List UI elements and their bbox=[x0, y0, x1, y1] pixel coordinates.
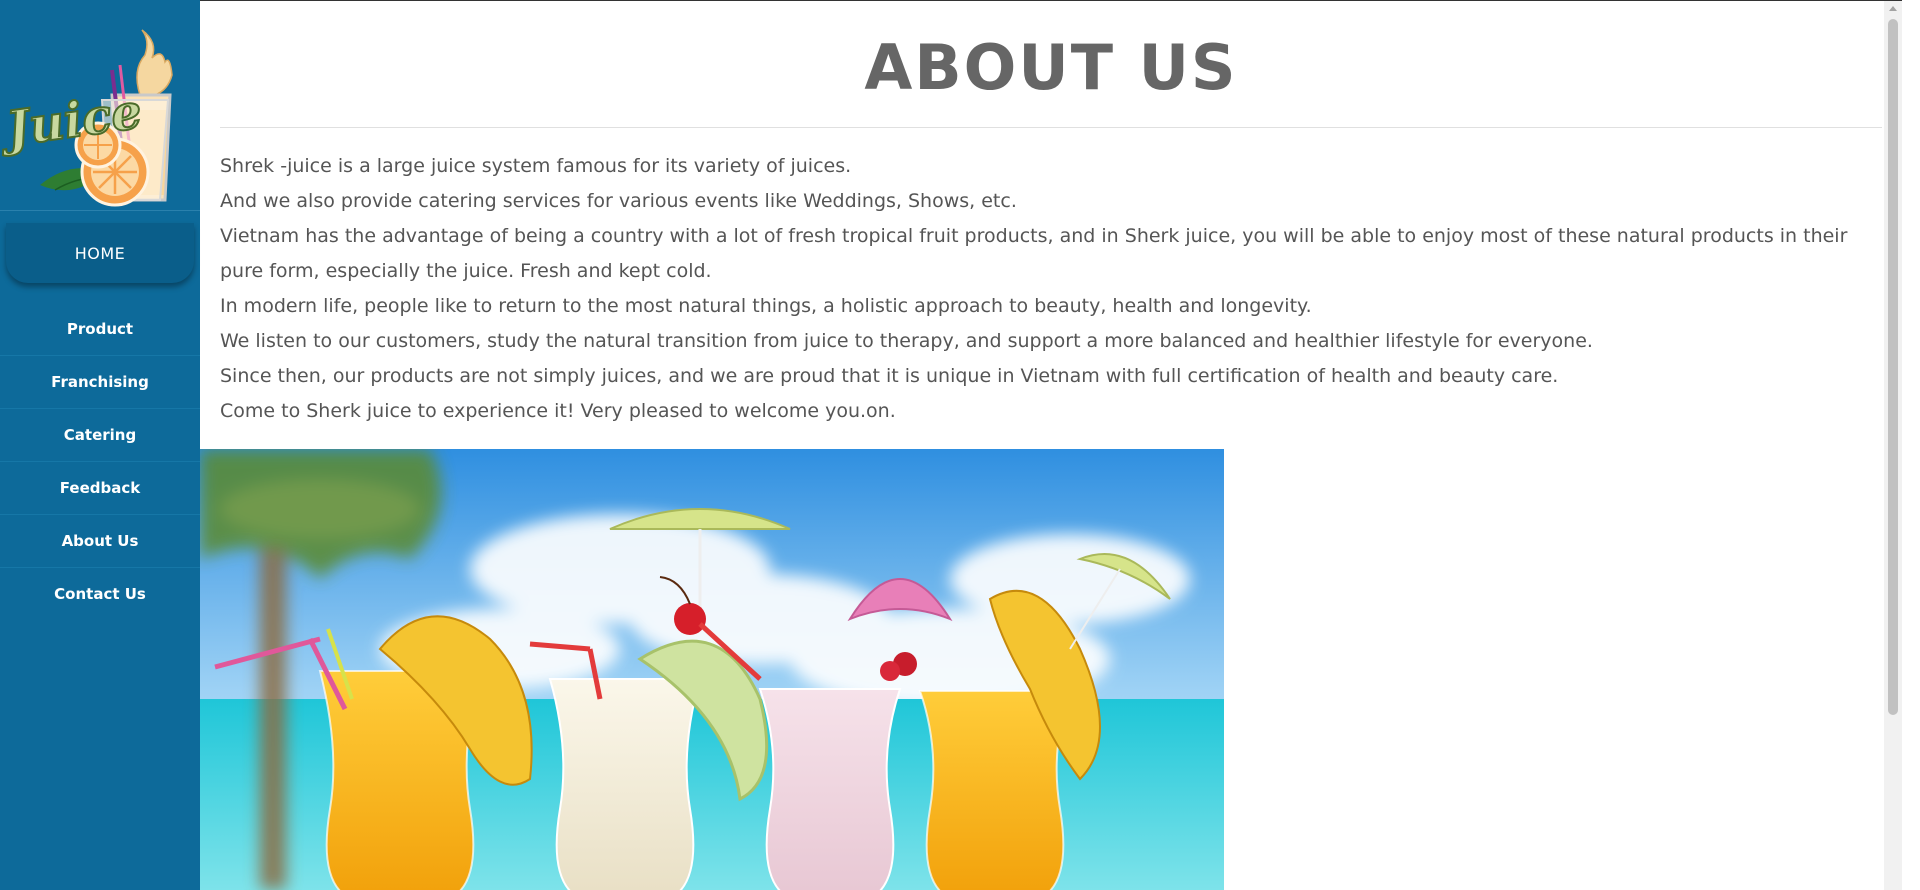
sidebar-nav: Product Franchising Catering Feedback Ab… bbox=[0, 302, 200, 620]
sidebar-item-catering[interactable]: Catering bbox=[0, 408, 200, 461]
sidebar-item-franchising[interactable]: Franchising bbox=[0, 355, 200, 408]
scrollbar-thumb[interactable] bbox=[1888, 19, 1898, 715]
about-text: Shrek -juice is a large juice system fam… bbox=[220, 149, 1860, 429]
vertical-scrollbar[interactable] bbox=[1884, 1, 1902, 890]
main-content: ABOUT US Shrek -juice is a large juice s… bbox=[200, 0, 1902, 890]
about-paragraph: In modern life, people like to return to… bbox=[220, 295, 1312, 317]
sidebar-item-feedback[interactable]: Feedback bbox=[0, 461, 200, 514]
about-paragraph: Since then, our products are not simply … bbox=[220, 365, 1559, 387]
about-paragraph: And we also provide catering services fo… bbox=[220, 190, 1017, 212]
juice-logo[interactable]: Juice bbox=[0, 0, 200, 210]
about-paragraph: Shrek -juice is a large juice system fam… bbox=[220, 155, 852, 177]
sidebar-item-contact-us[interactable]: Contact Us bbox=[0, 567, 200, 620]
sidebar-item-about-us[interactable]: About Us bbox=[0, 514, 200, 567]
sidebar-item-product[interactable]: Product bbox=[0, 302, 200, 355]
about-paragraph: Come to Sherk juice to experience it! Ve… bbox=[220, 400, 896, 422]
about-paragraph: Vietnam has the advantage of being a cou… bbox=[220, 225, 1848, 282]
sidebar: Juice HOME Product Franchising Catering … bbox=[0, 0, 200, 890]
logo-divider bbox=[0, 210, 200, 211]
juice-drinks-image bbox=[200, 449, 1224, 890]
nav-home-button[interactable]: HOME bbox=[6, 223, 194, 283]
page-title: ABOUT US bbox=[864, 31, 1238, 104]
title-divider bbox=[220, 127, 1882, 128]
about-paragraph: We listen to our customers, study the na… bbox=[220, 330, 1593, 352]
scroll-up-arrow-icon[interactable] bbox=[1889, 6, 1897, 11]
